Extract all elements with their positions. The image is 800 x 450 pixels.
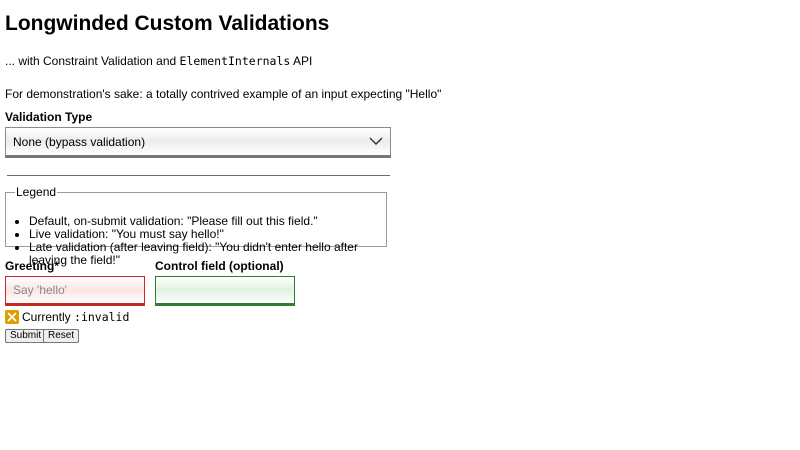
- control-field-label: Control field (optional): [155, 259, 284, 273]
- validation-type-label: Validation Type: [5, 110, 93, 124]
- divider: [7, 175, 390, 176]
- legend-title: Legend: [16, 185, 57, 199]
- page-subtitle: ... with Constraint Validation and Eleme…: [5, 54, 312, 68]
- page-title: Longwinded Custom Validations: [5, 12, 330, 35]
- subtitle-code: ElementInternals: [179, 54, 291, 68]
- greeting-label: Greeting*: [5, 259, 60, 273]
- reset-button[interactable]: Reset: [43, 329, 80, 343]
- subtitle-suffix: API: [290, 54, 313, 68]
- validation-type-select[interactable]: None (bypass validation): [5, 127, 391, 158]
- status-prefix: Currently: [22, 310, 75, 324]
- greeting-input[interactable]: [5, 276, 145, 306]
- legend-box: Legend Default, on-submit validation: "P…: [5, 185, 387, 267]
- chevron-down-icon: [369, 137, 383, 145]
- cross-mark-icon: [5, 310, 19, 324]
- subtitle-prefix: ... with Constraint Validation and: [5, 54, 180, 68]
- intro-text: For demonstration's sake: a totally cont…: [5, 87, 442, 101]
- control-field-input[interactable]: [155, 276, 295, 306]
- validation-type-value: None (bypass validation): [13, 135, 146, 149]
- page: Longwinded Custom Validations ... with C…: [0, 0, 800, 450]
- validity-status: Currently :invalid: [5, 310, 129, 324]
- submit-button[interactable]: Submit: [5, 329, 47, 343]
- status-state: :invalid: [74, 310, 130, 324]
